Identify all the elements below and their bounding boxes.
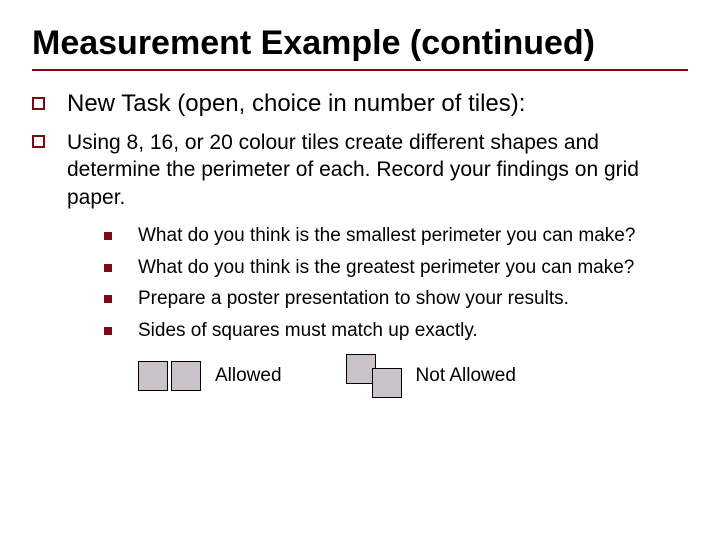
sub-bullet-text: What do you think is the greatest perime… bbox=[138, 255, 634, 281]
sub-bullet-list: What do you think is the smallest perime… bbox=[32, 223, 688, 344]
tile-icon bbox=[171, 361, 201, 391]
filled-square-icon bbox=[104, 232, 112, 240]
diagram-row: Allowed Not Allowed bbox=[32, 354, 688, 398]
sub-bullet-item: Sides of squares must match up exactly. bbox=[104, 318, 688, 344]
sub-bullet-text: Sides of squares must match up exactly. bbox=[138, 318, 478, 344]
filled-square-icon bbox=[104, 295, 112, 303]
slide-title: Measurement Example (continued) bbox=[32, 24, 688, 63]
bullet-level2-text: Using 8, 16, or 20 colour tiles create d… bbox=[67, 129, 688, 211]
sub-bullet-item: What do you think is the smallest perime… bbox=[104, 223, 688, 249]
filled-square-icon bbox=[104, 327, 112, 335]
bullet-level1: New Task (open, choice in number of tile… bbox=[32, 89, 688, 119]
not-allowed-label: Not Allowed bbox=[416, 365, 516, 387]
tiles-allowed bbox=[138, 361, 201, 391]
bullet-level2: Using 8, 16, or 20 colour tiles create d… bbox=[32, 129, 688, 211]
tile-icon bbox=[372, 368, 402, 398]
filled-square-icon bbox=[104, 264, 112, 272]
sub-bullet-text: What do you think is the smallest perime… bbox=[138, 223, 635, 249]
bullet-level1-text: New Task (open, choice in number of tile… bbox=[67, 89, 525, 119]
sub-bullet-text: Prepare a poster presentation to show yo… bbox=[138, 286, 569, 312]
sub-bullet-item: What do you think is the greatest perime… bbox=[104, 255, 688, 281]
tiles-not-allowed bbox=[346, 354, 402, 398]
hollow-square-icon bbox=[32, 135, 45, 148]
hollow-square-icon bbox=[32, 97, 45, 110]
sub-bullet-item: Prepare a poster presentation to show yo… bbox=[104, 286, 688, 312]
tile-icon bbox=[138, 361, 168, 391]
allowed-label: Allowed bbox=[215, 365, 282, 387]
title-underline bbox=[32, 69, 688, 71]
